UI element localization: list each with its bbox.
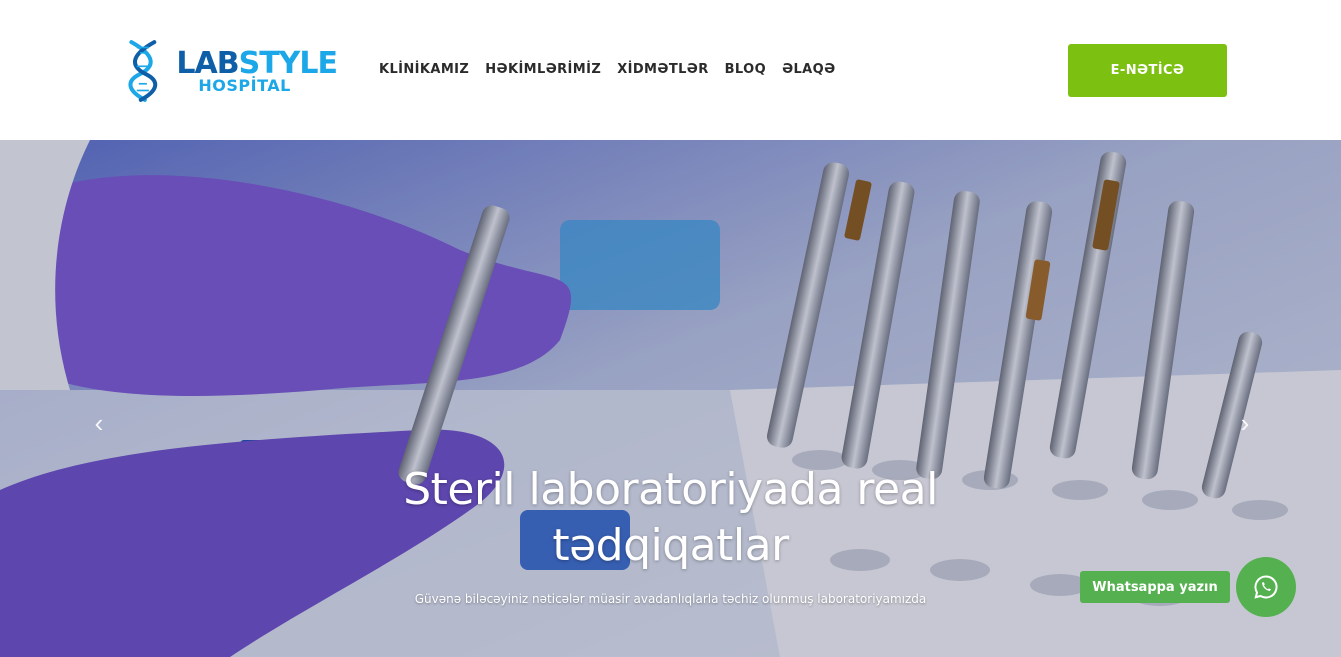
whatsapp-label[interactable]: Whatsappa yazın (1080, 571, 1230, 603)
site-header: LABSTYLE HOSPİTAL KLİNİKAMIZ HƏKİMLƏRİMİ… (0, 0, 1341, 140)
whatsapp-icon (1254, 575, 1278, 599)
logo-wordmark: LABSTYLE (176, 48, 338, 79)
hero-subtitle: Güvənə biləcəyiniz nəticələr müasir avad… (414, 592, 927, 606)
nav-item-bloq[interactable]: BLOQ (725, 62, 766, 77)
logo-text: LABSTYLE HOSPİTAL (176, 48, 338, 94)
whatsapp-button[interactable] (1236, 557, 1296, 617)
dna-logo-icon (128, 40, 158, 102)
nav-item-klinikamiz[interactable]: KLİNİKAMIZ (379, 62, 469, 77)
nav-item-xidmetler[interactable]: XİDMƏTLƏR (617, 62, 708, 77)
logo[interactable]: LABSTYLE HOSPİTAL (122, 24, 338, 118)
main-nav: KLİNİKAMIZ HƏKİMLƏRİMİZ XİDMƏTLƏR BLOQ Ə… (379, 62, 836, 77)
nav-item-elaqe[interactable]: ƏLAQƏ (782, 62, 835, 77)
nav-item-hekimlerimiz[interactable]: HƏKİMLƏRİMİZ (485, 62, 601, 77)
hero-title: Steril laboratoriyada real tədqiqatlar (403, 464, 938, 571)
chevron-right-icon[interactable]: › (1234, 410, 1256, 436)
chevron-left-icon[interactable]: ‹ (88, 410, 110, 436)
e-netice-button[interactable]: E-NƏTİCƏ (1068, 44, 1227, 97)
